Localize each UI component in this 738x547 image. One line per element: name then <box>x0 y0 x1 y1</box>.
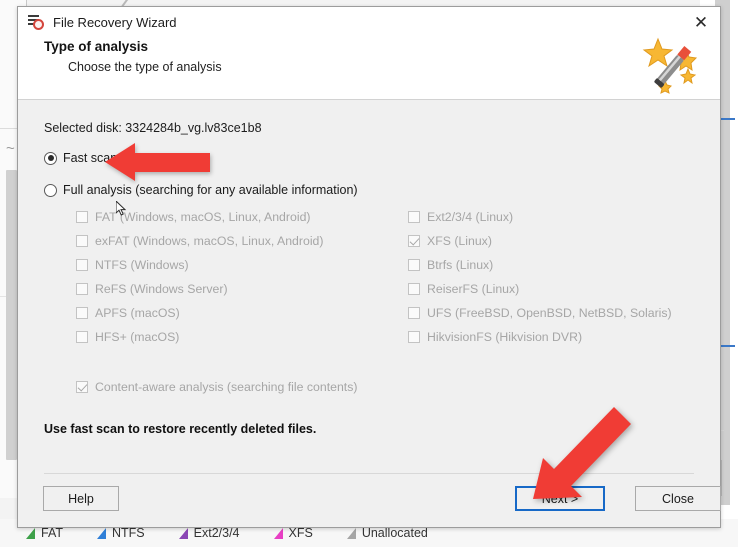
checkbox-refs-label: ReFS (Windows Server) <box>95 282 228 296</box>
filesystem-column-left: FAT (Windows, macOS, Linux, Android) exF… <box>76 205 324 349</box>
legend-item: NTFS <box>97 526 145 540</box>
checkbox-exfat-label: exFAT (Windows, macOS, Linux, Android) <box>95 234 324 248</box>
legend-marker-ext234-icon <box>178 527 188 539</box>
checkbox-btrfs-label: Btrfs (Linux) <box>427 258 494 272</box>
legend-label: Unallocated <box>361 526 428 540</box>
checkbox-fat-box[interactable] <box>76 211 88 223</box>
filesystem-column-right: Ext2/3/4 (Linux) XFS (Linux) Btrfs (Linu… <box>408 205 672 349</box>
close-icon[interactable]: ✕ <box>686 9 716 35</box>
annotation-arrow-left-icon <box>105 143 210 181</box>
checkbox-refs-box[interactable] <box>76 283 88 295</box>
hint-text: Use fast scan to restore recently delete… <box>44 422 317 436</box>
legend-label: FAT <box>41 526 63 540</box>
radio-fast-scan-indicator[interactable] <box>44 151 57 165</box>
checkbox-exfat-box[interactable] <box>76 235 88 247</box>
checkbox-ntfs-label: NTFS (Windows) <box>95 258 189 272</box>
wizard-header: Type of analysis Choose the type of anal… <box>18 37 720 99</box>
checkbox-apfs[interactable]: APFS (macOS) <box>76 301 324 325</box>
legend-marker-fat-icon <box>26 527 35 539</box>
legend-label: NTFS <box>112 526 145 540</box>
legend-item: XFS <box>273 526 313 540</box>
checkbox-refs[interactable]: ReFS (Windows Server) <box>76 277 324 301</box>
legend-item: Ext2/3/4 <box>178 526 240 540</box>
app-icon <box>28 14 45 31</box>
checkbox-ext234[interactable]: Ext2/3/4 (Linux) <box>408 205 672 229</box>
checkbox-hikvisionfs[interactable]: HikvisionFS (Hikvision DVR) <box>408 325 672 349</box>
page-title: Type of analysis <box>44 39 149 54</box>
checkbox-ufs-box[interactable] <box>408 307 420 319</box>
checkbox-reiserfs[interactable]: ReiserFS (Linux) <box>408 277 672 301</box>
checkbox-ufs[interactable]: UFS (FreeBSD, OpenBSD, NetBSD, Solaris) <box>408 301 672 325</box>
checkbox-xfs-label: XFS (Linux) <box>427 234 492 248</box>
checkbox-content-aware-box[interactable] <box>76 381 88 393</box>
checkbox-ufs-label: UFS (FreeBSD, OpenBSD, NetBSD, Solaris) <box>427 306 672 320</box>
legend-label: XFS <box>288 526 313 540</box>
checkbox-content-aware-label: Content-aware analysis (searching file c… <box>95 380 358 394</box>
legend-marker-unallocated-icon <box>346 527 356 539</box>
checkbox-ntfs-box[interactable] <box>76 259 88 271</box>
checkbox-content-aware-analysis[interactable]: Content-aware analysis (searching file c… <box>76 380 357 394</box>
checkbox-hfsplus-label: HFS+ (macOS) <box>95 330 180 344</box>
legend-marker-ntfs-icon <box>97 527 106 539</box>
legend-item: FAT <box>26 526 63 540</box>
window-title: File Recovery Wizard <box>53 14 177 30</box>
legend-marker-xfs-icon <box>273 527 283 539</box>
checkbox-hfsplus-box[interactable] <box>76 331 88 343</box>
checkbox-hfsplus[interactable]: HFS+ (macOS) <box>76 325 324 349</box>
checkbox-hikvisionfs-box[interactable] <box>408 331 420 343</box>
checkbox-reiserfs-label: ReiserFS (Linux) <box>427 282 520 296</box>
legend-label: Ext2/3/4 <box>193 526 240 540</box>
checkbox-ext234-box[interactable] <box>408 211 420 223</box>
checkbox-ntfs[interactable]: NTFS (Windows) <box>76 253 324 277</box>
help-button[interactable]: Help <box>43 486 119 511</box>
radio-full-analysis[interactable]: Full analysis (searching for any availab… <box>44 183 358 197</box>
title-bar: File Recovery Wizard ✕ <box>18 7 720 37</box>
checkbox-xfs[interactable]: XFS (Linux) <box>408 229 672 253</box>
checkbox-fat-label: FAT (Windows, macOS, Linux, Android) <box>95 210 311 224</box>
selected-disk-label: Selected disk: 3324284b_vg.lv83ce1b8 <box>44 121 262 135</box>
checkbox-exfat[interactable]: exFAT (Windows, macOS, Linux, Android) <box>76 229 324 253</box>
mouse-cursor-icon <box>116 201 127 216</box>
radio-full-analysis-label: Full analysis (searching for any availab… <box>63 183 358 197</box>
checkbox-ext234-label: Ext2/3/4 (Linux) <box>427 210 514 224</box>
checkbox-btrfs[interactable]: Btrfs (Linux) <box>408 253 672 277</box>
checkbox-apfs-label: APFS (macOS) <box>95 306 180 320</box>
checkbox-xfs-box[interactable] <box>408 235 420 247</box>
close-button[interactable]: Close <box>635 486 721 511</box>
annotation-arrow-diagonal-icon <box>533 407 631 499</box>
checkbox-apfs-box[interactable] <box>76 307 88 319</box>
legend-item: Unallocated <box>346 526 428 540</box>
checkbox-hikvisionfs-label: HikvisionFS (Hikvision DVR) <box>427 330 583 344</box>
page-subtitle: Choose the type of analysis <box>68 60 222 74</box>
magic-wand-stars-icon <box>642 37 698 94</box>
checkbox-btrfs-box[interactable] <box>408 259 420 271</box>
background-scrollbar-thumb[interactable] <box>6 170 17 460</box>
checkbox-reiserfs-box[interactable] <box>408 283 420 295</box>
checkbox-fat[interactable]: FAT (Windows, macOS, Linux, Android) <box>76 205 324 229</box>
radio-full-analysis-indicator[interactable] <box>44 183 57 197</box>
